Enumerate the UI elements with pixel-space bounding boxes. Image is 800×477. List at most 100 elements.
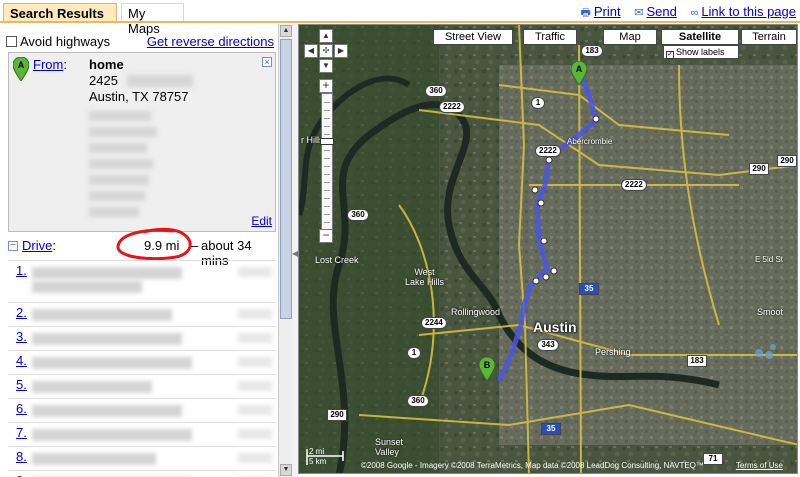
show-labels-label: Show labels <box>676 47 725 57</box>
step-row[interactable]: 4. <box>8 350 276 374</box>
zoom-tick <box>324 158 330 159</box>
scroll-down-icon[interactable]: ▼ <box>280 464 292 476</box>
step-number[interactable]: 5. <box>16 377 27 392</box>
pan-left-icon[interactable]: ◀ <box>304 44 318 58</box>
highway-shield: 1 <box>531 97 545 109</box>
highway-shield: 343 <box>537 339 559 351</box>
step-row[interactable]: 1. <box>8 260 276 293</box>
step-number[interactable]: 1. <box>16 263 27 278</box>
print-label[interactable]: Print <box>594 4 621 19</box>
drive-link[interactable]: Drive <box>22 238 52 253</box>
redacted-step-distance <box>238 405 272 415</box>
marker-a-icon: A <box>13 57 29 81</box>
zoom-tick <box>324 134 330 135</box>
tab-bar: Search Results My Maps <box>0 0 300 36</box>
edit-link[interactable]: Edit <box>251 214 272 228</box>
place-label-west-lake-hills: West Lake Hills <box>405 267 444 287</box>
traffic-button[interactable]: Traffic <box>523 29 577 45</box>
zoom-tick <box>324 182 330 183</box>
scroll-up-icon[interactable]: ▲ <box>280 25 292 37</box>
redacted-step-text <box>32 405 182 417</box>
map-type-terrain-button[interactable]: Terrain <box>741 29 797 45</box>
from-link[interactable]: From <box>33 57 63 72</box>
avoid-highways-checkbox[interactable] <box>6 36 17 47</box>
permalink-label[interactable]: Link to this page <box>701 4 796 19</box>
collapse-icon[interactable]: − <box>8 241 18 251</box>
step-row[interactable]: 8. <box>8 446 276 470</box>
highway-shield: 290 <box>327 409 347 421</box>
step-number[interactable]: 7. <box>16 425 27 440</box>
highway-shield: 290 <box>749 163 769 175</box>
step-number[interactable]: 2. <box>16 305 27 320</box>
highway-shield: 2222 <box>621 179 647 191</box>
step-row[interactable]: 9. <box>8 470 276 477</box>
redacted-step-text <box>32 267 182 279</box>
envelope-icon: ✉ <box>634 7 644 19</box>
step-number[interactable]: 6. <box>16 401 27 416</box>
redacted-step-text <box>32 281 142 293</box>
zoom-tick <box>324 174 330 175</box>
step-row[interactable]: 5. <box>8 374 276 398</box>
avoid-highways-option[interactable]: Avoid highways <box>6 34 110 49</box>
zoom-tick <box>324 166 330 167</box>
redacted-step-distance <box>238 333 272 343</box>
map-type-satellite-button[interactable]: Satellite <box>661 29 739 45</box>
tab-search-results[interactable]: Search Results <box>3 3 117 22</box>
scale-bar: 2 mi 5 km <box>305 447 365 467</box>
place-label-lost-creek: Lost Creek <box>315 255 359 265</box>
tab-my-maps[interactable]: My Maps <box>121 3 184 36</box>
show-labels-checkbox[interactable]: ✓ <box>666 51 674 59</box>
marker-a-icon[interactable]: A <box>571 61 587 85</box>
step-number[interactable]: 3. <box>16 329 27 344</box>
permalink[interactable]: ∞ Link to this page <box>690 4 796 19</box>
step-row[interactable]: 2. <box>8 302 276 326</box>
highway-shield: 1 <box>407 347 421 359</box>
step-number[interactable]: 4. <box>16 353 27 368</box>
step-row[interactable]: 3. <box>8 326 276 350</box>
map-view[interactable]: A B Austin West Lake Hills Rollingwood L… <box>298 24 798 474</box>
redacted-step-text <box>32 333 182 345</box>
highway-shield: 360 <box>347 209 369 221</box>
pan-up-icon[interactable]: ▲ <box>319 29 333 43</box>
step-row[interactable]: 6. <box>8 398 276 422</box>
drive-label[interactable]: Drive: <box>22 238 56 253</box>
reverse-directions-link[interactable]: Get reverse directions <box>147 34 274 49</box>
zoom-slider[interactable] <box>320 93 334 235</box>
zoom-thumb[interactable] <box>320 138 334 145</box>
redacted-line <box>89 207 139 217</box>
zoom-tick <box>324 110 330 111</box>
highway-shield: 2244 <box>421 317 447 329</box>
marker-a-letter: A <box>18 60 25 70</box>
pan-down-icon[interactable]: ▼ <box>319 59 333 73</box>
remove-waypoint-icon[interactable]: × <box>262 57 272 67</box>
pan-center-icon[interactable]: ✣ <box>319 44 333 58</box>
from-label[interactable]: From: <box>33 57 67 72</box>
from-city: Austin, TX 78757 <box>89 89 189 104</box>
print-link[interactable]: 🖶 Print <box>581 4 621 19</box>
panel-scrollbar[interactable]: ▲ ▼ <box>278 24 292 477</box>
step-number[interactable]: 9. <box>16 473 27 477</box>
chain-link-icon: ∞ <box>690 7 699 19</box>
marker-b-icon[interactable]: B <box>479 357 495 381</box>
from-street-number: 2425 <box>89 73 118 88</box>
terms-link[interactable]: Terms of Use <box>736 461 783 470</box>
redacted-step-text <box>32 309 172 321</box>
street-view-button[interactable]: Street View <box>433 29 513 45</box>
scroll-thumb[interactable] <box>280 39 292 319</box>
place-label-abercrombie: Abercrombie <box>567 137 613 146</box>
redacted-step-distance <box>238 267 272 277</box>
send-label[interactable]: Send <box>646 4 676 19</box>
zoom-tick <box>324 198 330 199</box>
interstate-shield: 35 <box>541 423 561 435</box>
redacted-step-distance <box>238 357 272 367</box>
zoom-out-icon[interactable]: − <box>319 229 333 243</box>
satellite-imagery <box>299 25 797 473</box>
zoom-in-icon[interactable]: + <box>319 79 333 93</box>
step-number[interactable]: 8. <box>16 449 27 464</box>
send-link[interactable]: ✉ Send <box>634 4 677 19</box>
step-row[interactable]: 7. <box>8 422 276 446</box>
map-type-map-button[interactable]: Map <box>603 29 657 45</box>
redacted-step-distance <box>238 309 272 319</box>
pan-right-icon[interactable]: ▶ <box>334 44 348 58</box>
show-labels-option[interactable]: ✓ Show labels <box>663 45 739 59</box>
